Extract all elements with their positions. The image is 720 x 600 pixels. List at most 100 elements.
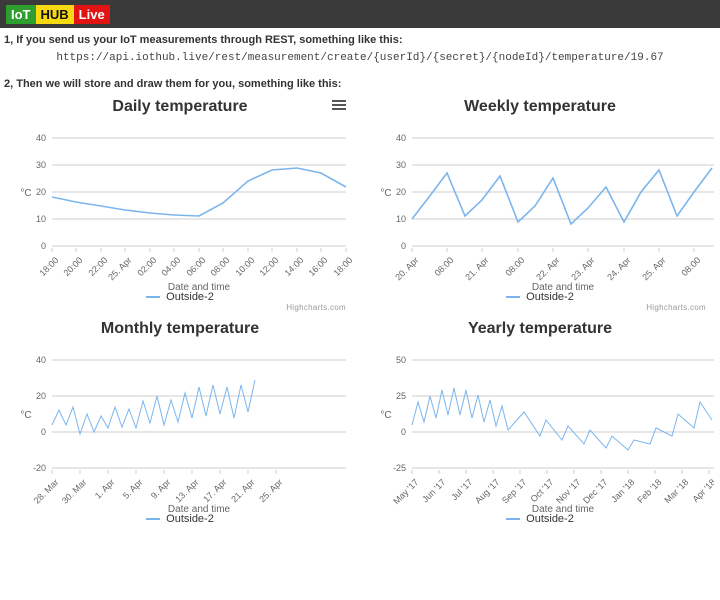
intro-line-2: 2, Then we will store and draw them for … xyxy=(0,72,720,92)
chart-daily-plot: 40 30 20 10 0 °C 18:00 20:00 22:00 25. A… xyxy=(6,118,354,293)
top-bar: IoT HUB Live xyxy=(0,0,720,28)
svg-text:Nov '17: Nov '17 xyxy=(554,477,582,505)
svg-text:21. Apr: 21. Apr xyxy=(463,255,490,282)
chart-legend: Outside-2 xyxy=(6,291,354,303)
example-url: https://api.iothub.live/rest/measurement… xyxy=(0,48,720,72)
svg-text:40: 40 xyxy=(36,355,46,365)
svg-text:Jul '17: Jul '17 xyxy=(449,477,474,502)
svg-text:08:00: 08:00 xyxy=(208,255,231,278)
chart-weekly-title: Weekly temperature xyxy=(366,98,714,116)
svg-text:Feb '18: Feb '18 xyxy=(635,477,663,505)
svg-text:25: 25 xyxy=(396,391,406,401)
legend-label[interactable]: Outside-2 xyxy=(526,291,574,303)
chart-yearly-title: Yearly temperature xyxy=(366,320,714,338)
svg-text:20. Apr: 20. Apr xyxy=(393,255,420,282)
svg-text:25. Apr: 25. Apr xyxy=(640,255,667,282)
legend-label[interactable]: Outside-2 xyxy=(166,291,214,303)
svg-text:Jun '17: Jun '17 xyxy=(420,477,447,504)
chart-daily: Daily temperature 40 30 20 10 0 °C 18:00… xyxy=(0,92,360,314)
chart-daily-title: Daily temperature xyxy=(6,98,354,116)
svg-text:18:00: 18:00 xyxy=(37,255,60,278)
svg-text:20: 20 xyxy=(396,187,406,197)
svg-text:20: 20 xyxy=(36,391,46,401)
svg-text:Jan '18: Jan '18 xyxy=(609,477,636,504)
legend-swatch-icon xyxy=(146,296,160,298)
svg-text:08:00: 08:00 xyxy=(432,255,455,278)
svg-text:20: 20 xyxy=(36,187,46,197)
svg-text:Apr '18: Apr '18 xyxy=(690,477,714,504)
svg-text:May '17: May '17 xyxy=(391,477,420,506)
chart-yearly-plot: 50 25 0 -25 °C May '17 Jun '17 Jul '17 A… xyxy=(366,340,714,515)
y-axis-label: °C xyxy=(20,188,31,199)
chart-weekly-plot: 40 30 20 10 0 °C 20. Apr 08:00 21. Apr 0… xyxy=(366,118,714,293)
svg-text:04:00: 04:00 xyxy=(159,255,182,278)
series-outside2 xyxy=(52,380,255,434)
svg-text:0: 0 xyxy=(41,427,46,437)
logo: IoT HUB Live xyxy=(6,5,110,24)
series-outside2 xyxy=(412,388,712,450)
logo-seg-live: Live xyxy=(74,5,110,24)
svg-text:-20: -20 xyxy=(33,463,46,473)
svg-text:28. Mar: 28. Mar xyxy=(32,477,61,506)
svg-text:16:00: 16:00 xyxy=(306,255,329,278)
svg-text:14:00: 14:00 xyxy=(282,255,305,278)
chart-menu-icon[interactable] xyxy=(332,98,346,112)
y-axis-label: °C xyxy=(380,410,391,421)
svg-text:50: 50 xyxy=(396,355,406,365)
svg-text:10:00: 10:00 xyxy=(233,255,256,278)
svg-text:30: 30 xyxy=(36,160,46,170)
svg-text:10: 10 xyxy=(396,214,406,224)
svg-text:08:00: 08:00 xyxy=(503,255,526,278)
svg-text:Oct '17: Oct '17 xyxy=(528,477,555,504)
svg-text:30: 30 xyxy=(396,160,406,170)
svg-text:1. Apr: 1. Apr xyxy=(93,477,117,501)
chart-legend: Outside-2 xyxy=(6,513,354,525)
svg-text:0: 0 xyxy=(41,241,46,251)
legend-label[interactable]: Outside-2 xyxy=(526,513,574,525)
svg-text:Dec '17: Dec '17 xyxy=(581,477,609,505)
y-axis-label: °C xyxy=(380,188,391,199)
chart-monthly-plot: 40 20 0 -20 °C 28. Mar 30. Mar 1. Apr 5.… xyxy=(6,340,354,515)
svg-text:0: 0 xyxy=(401,427,406,437)
chart-weekly: Weekly temperature 40 30 20 10 0 °C 20. … xyxy=(360,92,720,314)
chart-monthly: Monthly temperature 40 20 0 -20 °C 28. M… xyxy=(0,314,360,527)
series-outside2 xyxy=(412,168,712,224)
svg-text:25. Apr: 25. Apr xyxy=(106,255,133,282)
svg-text:12:00: 12:00 xyxy=(257,255,280,278)
legend-swatch-icon xyxy=(146,518,160,520)
legend-label[interactable]: Outside-2 xyxy=(166,513,214,525)
svg-text:13. Apr: 13. Apr xyxy=(173,477,200,504)
charts-grid: Daily temperature 40 30 20 10 0 °C 18:00… xyxy=(0,92,720,527)
svg-text:Aug '17: Aug '17 xyxy=(473,477,501,505)
chart-monthly-title: Monthly temperature xyxy=(6,320,354,338)
svg-text:25. Apr: 25. Apr xyxy=(257,477,284,504)
y-axis-label: °C xyxy=(20,410,31,421)
svg-text:-25: -25 xyxy=(393,463,406,473)
svg-text:5. Apr: 5. Apr xyxy=(121,477,145,501)
svg-text:Mar '18: Mar '18 xyxy=(662,477,690,505)
svg-text:17. Apr: 17. Apr xyxy=(201,477,228,504)
svg-text:06:00: 06:00 xyxy=(184,255,207,278)
intro-line-2-text: 2, Then we will store and draw them for … xyxy=(4,78,341,90)
svg-text:23. Apr: 23. Apr xyxy=(569,255,596,282)
legend-swatch-icon xyxy=(506,518,520,520)
svg-text:24. Apr: 24. Apr xyxy=(605,255,632,282)
svg-text:0: 0 xyxy=(401,241,406,251)
chart-credit[interactable]: Highcharts.com xyxy=(366,303,714,312)
intro-line-1: 1, If you send us your IoT measurements … xyxy=(0,28,720,48)
logo-seg-hub: HUB xyxy=(36,5,74,24)
svg-text:18:00: 18:00 xyxy=(331,255,354,278)
svg-text:08:00: 08:00 xyxy=(679,255,702,278)
svg-text:40: 40 xyxy=(396,133,406,143)
svg-text:10: 10 xyxy=(36,214,46,224)
svg-text:Sep '17: Sep '17 xyxy=(500,477,528,505)
svg-text:21. Apr: 21. Apr xyxy=(229,477,256,504)
intro-line-1-text: 1, If you send us your IoT measurements … xyxy=(4,34,403,46)
svg-text:40: 40 xyxy=(36,133,46,143)
chart-legend: Outside-2 xyxy=(366,291,714,303)
chart-legend: Outside-2 xyxy=(366,513,714,525)
logo-seg-iot: IoT xyxy=(6,5,36,24)
svg-text:9. Apr: 9. Apr xyxy=(149,477,173,501)
chart-credit[interactable]: Highcharts.com xyxy=(6,303,354,312)
svg-text:30. Mar: 30. Mar xyxy=(60,477,89,506)
